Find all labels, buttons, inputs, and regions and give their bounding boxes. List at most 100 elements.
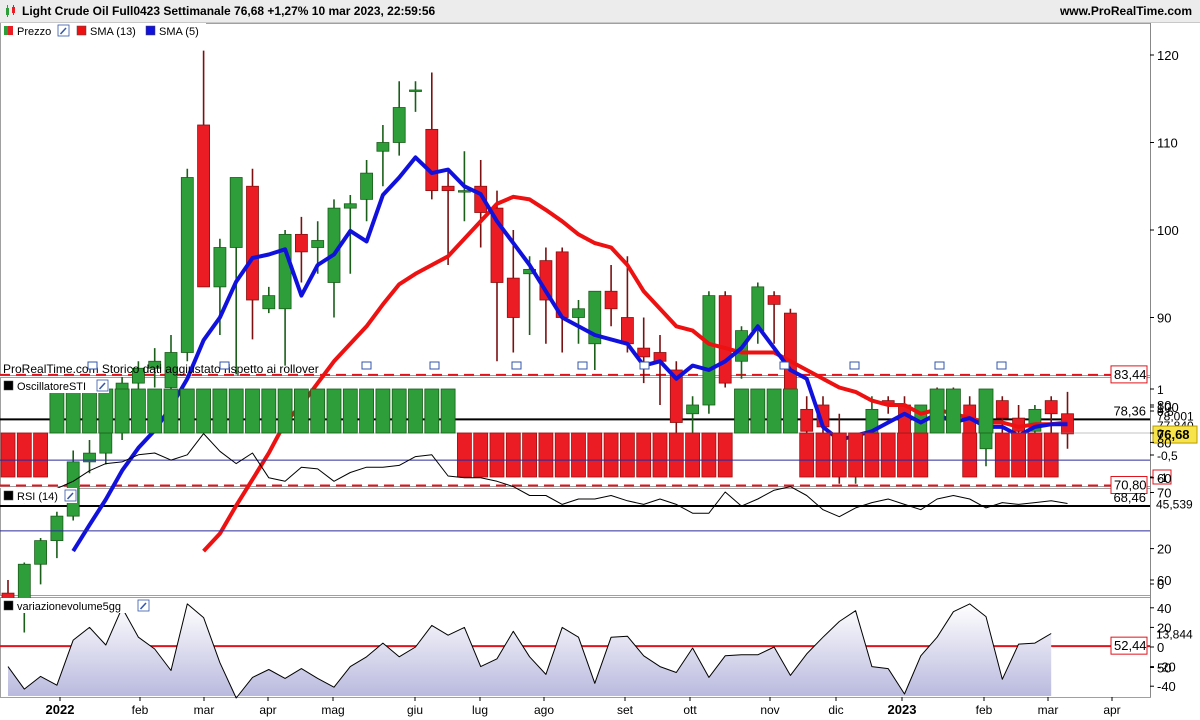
- settings-wrench-icon[interactable]: [64, 489, 77, 502]
- vol-swatch: [3, 600, 14, 611]
- sti-bar: [245, 388, 260, 434]
- sti-bar: [456, 432, 472, 478]
- sti-bar: [864, 432, 880, 478]
- event-marker-icon[interactable]: [429, 361, 440, 370]
- sti-bar: [342, 388, 358, 434]
- sti-bar: [815, 432, 831, 478]
- sti-bar: [620, 432, 635, 478]
- event-marker-icon[interactable]: [849, 361, 860, 370]
- event-marker-icon[interactable]: [219, 361, 230, 370]
- x-tick-label: feb: [132, 703, 149, 717]
- sti-bar: [994, 432, 1010, 478]
- legend-sma5: SMA (5): [159, 26, 199, 38]
- sma5-line: [71, 155, 1068, 553]
- sti-swatch: [3, 380, 14, 391]
- candle-body: [343, 203, 357, 209]
- candle-body: [751, 286, 765, 332]
- rsi-swatch: [3, 490, 14, 501]
- event-marker-icon[interactable]: [87, 361, 98, 370]
- event-marker-icon[interactable]: [934, 361, 945, 370]
- vol-last-label: 13,844: [1156, 627, 1193, 641]
- candle-body: [767, 295, 781, 305]
- sti-bar: [196, 388, 212, 434]
- settings-wrench-icon[interactable]: [96, 379, 109, 392]
- event-marker-icon[interactable]: [577, 361, 588, 370]
- x-tick-label: mag: [321, 703, 344, 717]
- rsi-tick-label: 0: [1157, 577, 1164, 592]
- x-tick-label: ott: [683, 703, 697, 717]
- candle-body: [360, 172, 374, 200]
- sti-bar: [897, 432, 912, 478]
- event-marker-icon[interactable]: [361, 361, 372, 370]
- candle-body: [246, 185, 259, 301]
- sti-bar: [571, 432, 586, 478]
- x-tick-label: set: [617, 703, 634, 717]
- x-tick-label: lug: [472, 703, 488, 717]
- candle-body: [229, 177, 243, 248]
- candle-body: [262, 295, 276, 310]
- price-tick-label: 90: [1157, 311, 1171, 326]
- rsi-tick-label: 20: [1157, 542, 1171, 557]
- hline-label-4: 52,44: [1114, 638, 1147, 653]
- settings-wrench-icon[interactable]: [57, 24, 70, 37]
- hline-label-3: 68,46: [1113, 490, 1146, 505]
- sti-bar: [783, 388, 798, 434]
- sti-bar: [33, 432, 48, 478]
- x-tick-label: apr: [1103, 703, 1120, 717]
- sti-bar: [375, 388, 391, 434]
- candle-body: [311, 240, 325, 248]
- vol-tick-label: 0: [1157, 640, 1164, 655]
- candle-body: [197, 124, 211, 288]
- prezzo-swatch-down: [8, 26, 13, 35]
- candle-body: [425, 128, 439, 192]
- rsi-tick-label: 80: [1157, 435, 1171, 450]
- event-marker-icon[interactable]: [639, 361, 650, 370]
- sti-bar: [522, 432, 537, 478]
- event-marker-icon[interactable]: [779, 361, 790, 370]
- x-tick-label: apr: [259, 703, 276, 717]
- candle-body: [995, 400, 1009, 419]
- x-tick-label: ago: [534, 703, 554, 717]
- sti-bar: [130, 388, 146, 434]
- sti-bar: [929, 388, 945, 434]
- sti-bar: [408, 388, 423, 434]
- event-marker-icon[interactable]: [996, 361, 1007, 370]
- x-tick-label: giu: [407, 703, 423, 717]
- prezzo-swatch-up: [4, 26, 8, 35]
- sti-bar: [603, 432, 619, 478]
- event-marker-icon[interactable]: [511, 361, 522, 370]
- candle-body: [506, 277, 520, 318]
- settings-wrench-icon[interactable]: [137, 599, 150, 612]
- sti-bar: [391, 388, 407, 434]
- sti-bar: [652, 432, 668, 478]
- x-tick-label: dic: [828, 703, 843, 717]
- sti-bar: [913, 432, 929, 478]
- panel-frame-2: [0, 488, 1151, 596]
- sti-bar: [668, 432, 684, 478]
- candle-body: [392, 107, 406, 143]
- sti-bar: [734, 388, 749, 434]
- candle-body: [278, 233, 292, 310]
- price-tick-label: 100: [1157, 223, 1179, 238]
- sti-bar: [147, 388, 163, 434]
- x-tick-label: mar: [194, 703, 215, 717]
- x-tick-label: 2022: [46, 702, 75, 717]
- hline-label-0: 83,44: [1114, 367, 1147, 382]
- sti-bar: [179, 388, 195, 434]
- price-tick-label: 120: [1157, 48, 1179, 63]
- candle-body: [376, 142, 390, 152]
- sti-bar: [505, 432, 521, 478]
- sti-bar: [750, 388, 766, 434]
- sti-bar: [554, 432, 570, 478]
- sti-bar: [848, 432, 863, 478]
- price-tick-label: 110: [1157, 136, 1178, 151]
- candle-body: [686, 404, 699, 415]
- vol-tick-label: 40: [1157, 601, 1171, 616]
- sti-bar: [0, 432, 16, 478]
- sti-bar: [766, 388, 782, 434]
- candle-body: [702, 295, 716, 406]
- sti-bar: [799, 432, 815, 478]
- sma5-swatch: [145, 25, 156, 36]
- candle-body: [409, 89, 422, 92]
- candle-body: [294, 233, 308, 253]
